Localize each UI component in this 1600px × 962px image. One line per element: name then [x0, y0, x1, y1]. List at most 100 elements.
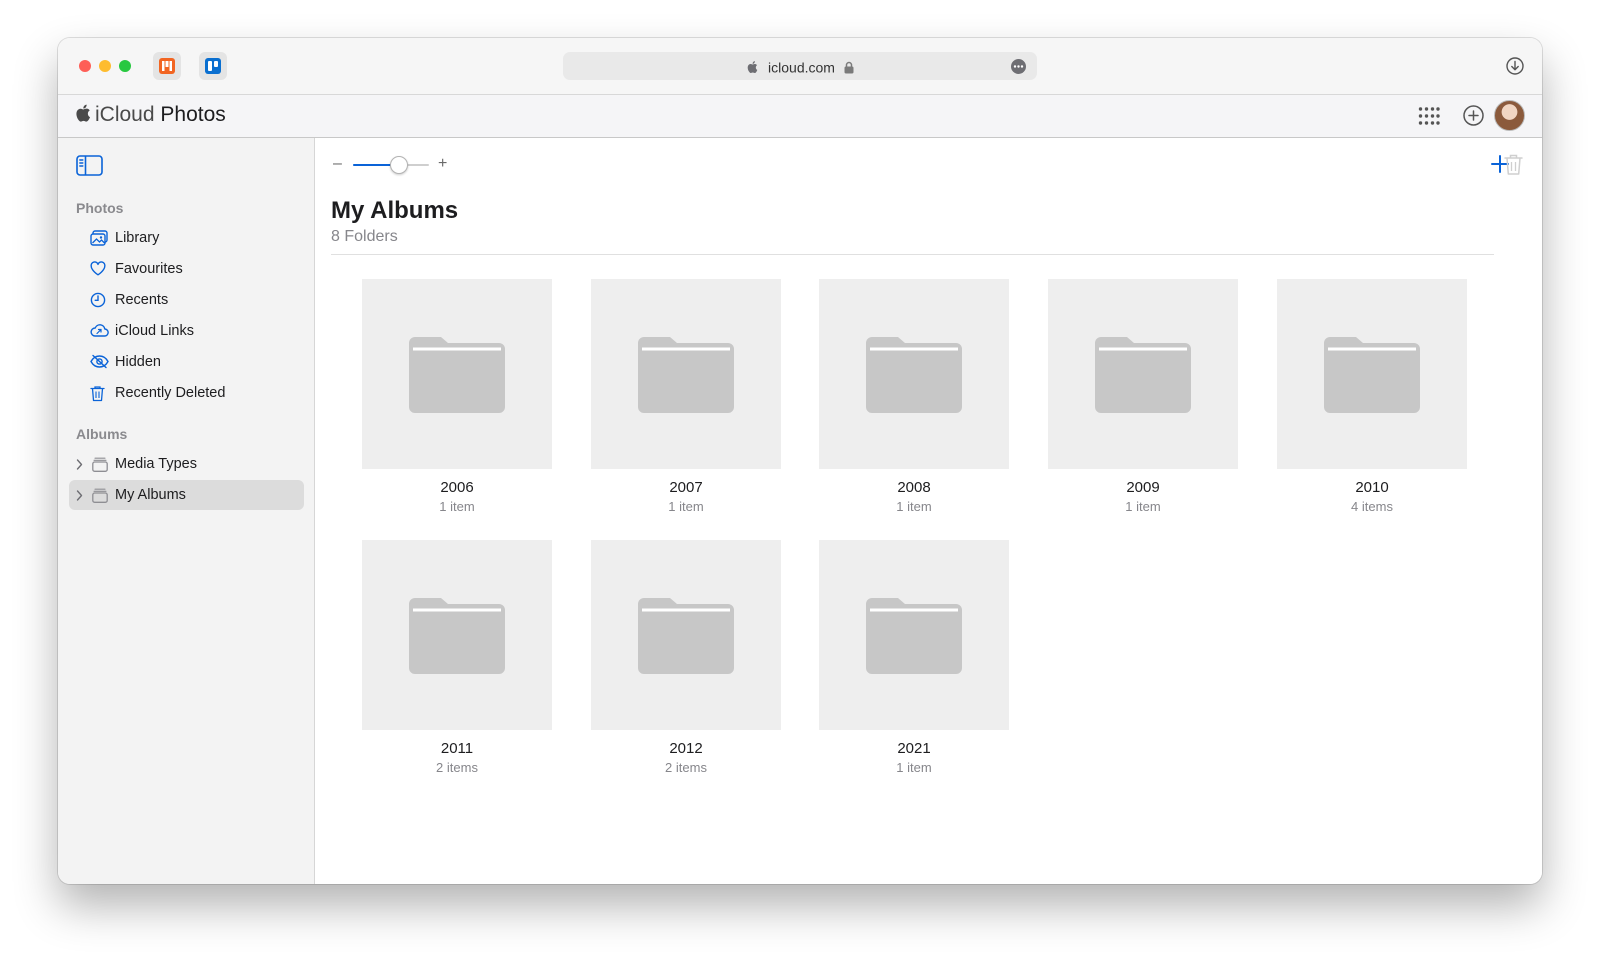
sidebar-item-label: Recents: [115, 292, 169, 308]
page-title: My Albums: [331, 197, 459, 224]
browser-window: icloud.com iCloud Photos Photos Library …: [58, 38, 1542, 884]
album-folder-2008[interactable]: 2008 1 item: [819, 279, 1009, 514]
folder-icon: [409, 598, 505, 674]
url-text: icloud.com: [768, 59, 835, 76]
album-folder-2011[interactable]: 2011 2 items: [362, 540, 552, 775]
sidebar-item-label: Library: [115, 230, 160, 246]
folder-thumbnail[interactable]: [1277, 279, 1467, 469]
app-brand[interactable]: iCloud Photos: [74, 103, 226, 127]
folder-thumbnail[interactable]: [591, 540, 781, 730]
album-folder-2012[interactable]: 2012 2 items: [591, 540, 781, 775]
trello-icon: [205, 58, 221, 74]
brand-icloud: iCloud: [95, 103, 155, 126]
folder-item-count: 1 item: [439, 499, 475, 514]
user-avatar[interactable]: [1494, 100, 1525, 131]
folder-item-count: 1 item: [896, 760, 932, 775]
album-folder-2006[interactable]: 2006 1 item: [362, 279, 552, 514]
folder-name: 2010: [1355, 479, 1389, 496]
albums-section-title: Albums: [76, 426, 128, 442]
sidebar-item-favourites[interactable]: Favourites: [69, 254, 304, 284]
more-options-icon[interactable]: [1011, 59, 1026, 74]
address-bar[interactable]: icloud.com: [563, 52, 1037, 80]
photos-section-title: Photos: [76, 200, 124, 216]
folder-name: 2006: [440, 479, 474, 496]
sidebar-item-label: Media Types: [115, 456, 197, 472]
folder-icon: [638, 337, 734, 413]
sidebar-item-label: Favourites: [115, 261, 183, 277]
folder-icon: [1324, 337, 1420, 413]
apple-logo-icon: [76, 104, 91, 122]
folder-stack-icon: [92, 488, 108, 503]
zoom-slider-handle[interactable]: [390, 156, 408, 174]
album-folder-2009[interactable]: 2009 1 item: [1048, 279, 1238, 514]
folder-icon: [638, 598, 734, 674]
sidebar-item-my-albums[interactable]: My Albums: [69, 480, 304, 510]
main-content: – + My Albums 8 Folders 2006 1 item 2007 1 …: [315, 138, 1542, 884]
zoom-in-button[interactable]: +: [438, 155, 447, 173]
delete-button[interactable]: [1504, 153, 1523, 176]
app-header: iCloud Photos: [58, 95, 1542, 138]
folder-name: 2021: [897, 740, 931, 757]
sidebar-item-recents[interactable]: Recents: [69, 285, 304, 315]
chevron-right-icon[interactable]: [76, 490, 83, 501]
sidebar-item-label: Recently Deleted: [115, 385, 226, 401]
library-icon: [90, 230, 108, 246]
sidebar-item-hidden[interactable]: Hidden: [69, 347, 304, 377]
header-divider: [331, 254, 1494, 255]
sidebar-item-library[interactable]: Library: [69, 223, 304, 253]
folder-name: 2011: [440, 740, 474, 757]
close-window-button[interactable]: [79, 60, 91, 72]
folder-item-count: 1 item: [1125, 499, 1161, 514]
clock-icon: [90, 292, 106, 308]
zoom-window-button[interactable]: [119, 60, 131, 72]
brand-photos: Photos: [160, 103, 226, 126]
album-folder-2007[interactable]: 2007 1 item: [591, 279, 781, 514]
add-circle-icon[interactable]: [1463, 105, 1484, 126]
minimize-window-button[interactable]: [99, 60, 111, 72]
browser-toolbar: icloud.com: [58, 38, 1542, 95]
folder-thumbnail[interactable]: [819, 540, 1009, 730]
apple-logo-icon: [747, 61, 758, 74]
folder-icon: [866, 598, 962, 674]
sidebar-item-icloud-links[interactable]: iCloud Links: [69, 316, 304, 346]
folder-icon: [409, 337, 505, 413]
folder-icon: [1095, 337, 1191, 413]
page-subtitle: 8 Folders: [331, 228, 398, 245]
sidebar-toggle-icon[interactable]: [76, 155, 103, 176]
folder-thumbnail[interactable]: [819, 279, 1009, 469]
extension-button-1[interactable]: [153, 52, 181, 80]
folder-thumbnail[interactable]: [362, 279, 552, 469]
folder-thumbnail[interactable]: [1048, 279, 1238, 469]
app-grid-icon[interactable]: [1418, 107, 1440, 125]
folder-name: 2009: [1126, 479, 1160, 496]
folder-name: 2008: [897, 479, 931, 496]
zoom-slider[interactable]: – +: [333, 155, 453, 175]
sidebar-item-label: My Albums: [115, 487, 186, 503]
folder-item-count: 1 item: [896, 499, 932, 514]
album-folder-2021[interactable]: 2021 1 item: [819, 540, 1009, 775]
heart-icon: [90, 261, 106, 276]
folder-thumbnail[interactable]: [591, 279, 781, 469]
sidebar: Photos Library Favourites Recents iCloud…: [58, 138, 315, 884]
lock-icon: [844, 61, 854, 74]
extension-orange-icon: [159, 58, 175, 74]
folder-name: 2007: [669, 479, 703, 496]
download-icon[interactable]: [1506, 57, 1524, 75]
chevron-right-icon[interactable]: [76, 459, 83, 470]
hidden-eye-icon: [90, 354, 109, 369]
extension-button-2[interactable]: [199, 52, 227, 80]
zoom-out-button[interactable]: –: [333, 155, 342, 173]
folder-stack-icon: [92, 457, 108, 472]
folder-item-count: 2 items: [436, 760, 478, 775]
folder-item-count: 2 items: [665, 760, 707, 775]
folder-thumbnail[interactable]: [362, 540, 552, 730]
sidebar-item-label: Hidden: [115, 354, 161, 370]
folder-item-count: 1 item: [668, 499, 704, 514]
folder-icon: [866, 337, 962, 413]
sidebar-item-media-types[interactable]: Media Types: [69, 449, 304, 479]
folder-name: 2012: [669, 740, 703, 757]
sidebar-item-recently-deleted[interactable]: Recently Deleted: [69, 378, 304, 408]
album-folder-2010[interactable]: 2010 4 items: [1277, 279, 1467, 514]
cloud-link-icon: [90, 324, 109, 337]
sidebar-item-label: iCloud Links: [115, 323, 194, 339]
